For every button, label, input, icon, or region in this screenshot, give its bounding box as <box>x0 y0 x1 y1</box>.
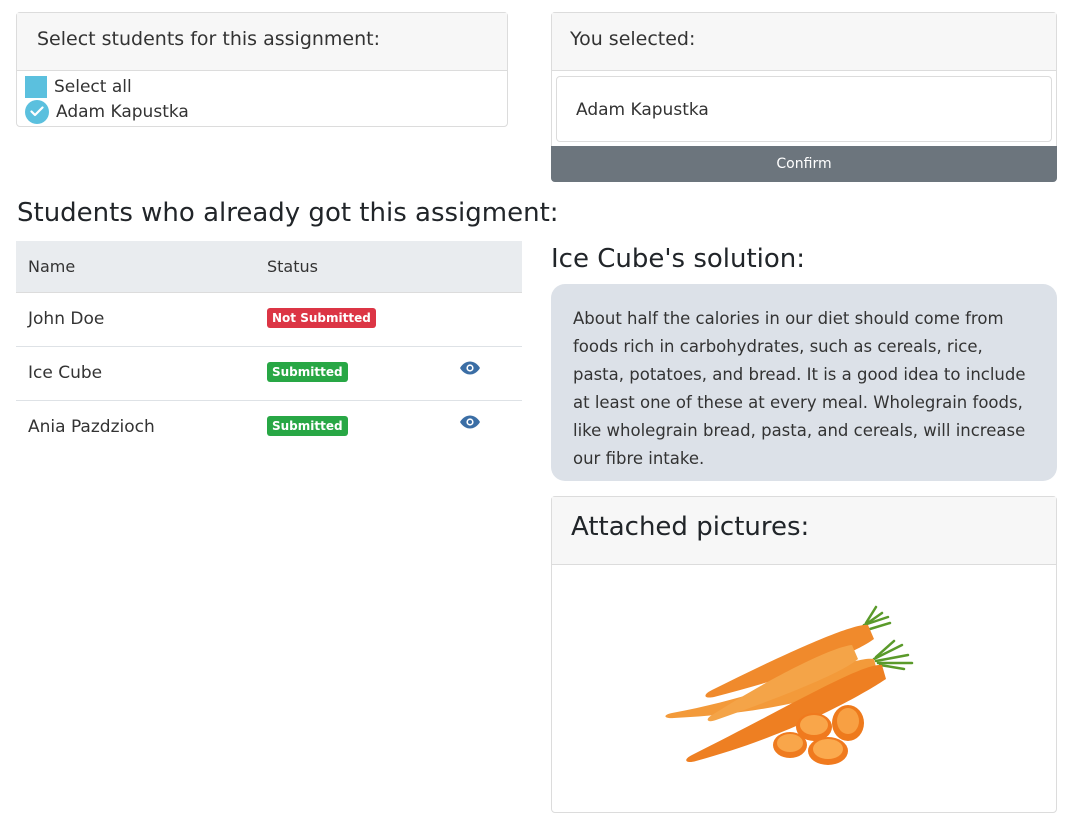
solution-text: About half the calories in our diet shou… <box>551 284 1057 481</box>
carrot-image[interactable] <box>552 565 1056 812</box>
select-students-card: Select students for this assignment: Sel… <box>16 12 508 127</box>
status-badge: Submitted <box>267 361 348 382</box>
you-selected-card: You selected: Adam Kapustka Confirm <box>551 12 1057 182</box>
attached-pictures-title: Attached pictures: <box>552 497 1056 565</box>
select-all-label: Select all <box>54 76 132 97</box>
column-header-actions <box>457 241 522 293</box>
column-header-status: Status <box>267 241 457 293</box>
selected-student-item: Adam Kapustka <box>556 76 1052 142</box>
table-header-row: Name Status <box>16 241 522 293</box>
checkmark-circle-icon <box>25 99 49 124</box>
student-name: Ania Pazdzioch <box>28 417 155 438</box>
select-students-title: Select students for this assignment: <box>17 13 507 71</box>
table-row: John Doe Not Submitted <box>16 292 522 347</box>
student-name: Ice Cube <box>16 346 267 401</box>
status-badge: Submitted <box>267 415 348 436</box>
student-name: John Doe <box>16 292 267 347</box>
solution-heading: Ice Cube's solution: <box>551 244 806 274</box>
confirm-button[interactable]: Confirm <box>551 146 1057 182</box>
student-checklist: Select all Adam Kapustka <box>17 71 507 124</box>
students-table: Name Status John Doe Not Submitted Ice C… <box>16 241 522 454</box>
column-header-name: Name <box>16 241 267 293</box>
status-badge: Not Submitted <box>267 307 376 328</box>
table-row: Ice Cube Submitted <box>16 346 522 401</box>
checkbox-icon <box>25 75 47 98</box>
students-heading: Students who already got this assigment: <box>17 198 559 228</box>
eye-icon[interactable] <box>459 414 481 429</box>
student-label: Adam Kapustka <box>56 101 189 122</box>
select-all-checkbox[interactable]: Select all <box>17 74 507 99</box>
you-selected-title: You selected: <box>552 13 1056 71</box>
eye-icon[interactable] <box>459 360 481 375</box>
student-checkbox-adam-kapustka[interactable]: Adam Kapustka <box>17 99 507 124</box>
attached-pictures-card: Attached pictures: <box>551 496 1057 813</box>
table-row: Ania Pazdzioch Submitted <box>16 400 522 454</box>
